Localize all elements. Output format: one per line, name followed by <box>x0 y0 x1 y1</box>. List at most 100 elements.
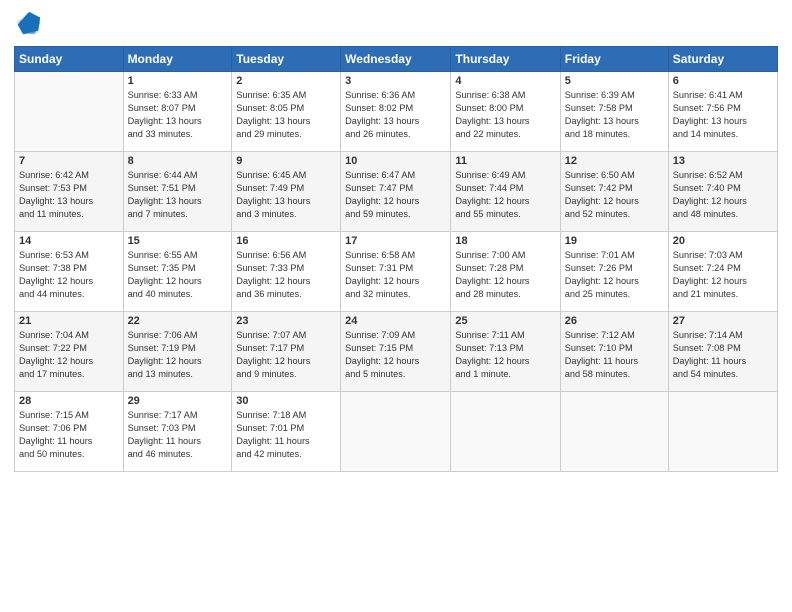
calendar-cell: 5Sunrise: 6:39 AM Sunset: 7:58 PM Daylig… <box>560 72 668 152</box>
day-number: 17 <box>345 235 446 247</box>
day-info: Sunrise: 6:38 AM Sunset: 8:00 PM Dayligh… <box>455 89 555 141</box>
week-row-2: 7 Sunrise: 6:42 AM Sunset: 7:53 PM Daylig… <box>15 152 778 232</box>
weekday-header-sunday: Sunday <box>15 47 124 72</box>
day-info: Sunrise: 6:49 AM Sunset: 7:44 PM Dayligh… <box>455 169 555 221</box>
day-info: Sunrise: 6:36 AM Sunset: 8:02 PM Dayligh… <box>345 89 446 141</box>
day-info: Sunrise: 7:18 AM Sunset: 7:01 PM Dayligh… <box>236 409 336 461</box>
calendar-cell: 3 Sunrise: 6:36 AM Sunset: 8:02 PM Daylig… <box>341 72 451 152</box>
calendar-cell <box>668 392 777 472</box>
day-number: 29 <box>128 395 228 407</box>
calendar-cell: 6 Sunrise: 6:41 AM Sunset: 7:56 PM Daylig… <box>668 72 777 152</box>
day-number: 3 <box>345 75 446 87</box>
day-info: Sunrise: 6:45 AM Sunset: 7:49 PM Dayligh… <box>236 169 336 221</box>
calendar-cell: 25 Sunrise: 7:11 AM Sunset: 7:13 PM Dayli… <box>451 312 560 392</box>
weekday-header-tuesday: Tuesday <box>232 47 341 72</box>
weekday-header-wednesday: Wednesday <box>341 47 451 72</box>
calendar-cell: 12Sunrise: 6:50 AM Sunset: 7:42 PM Dayli… <box>560 152 668 232</box>
day-number: 24 <box>345 315 446 327</box>
week-row-5: 28 Sunrise: 7:15 AM Sunset: 7:06 PM Dayli… <box>15 392 778 472</box>
calendar-cell: 17 Sunrise: 6:58 AM Sunset: 7:31 PM Dayli… <box>341 232 451 312</box>
day-info: Sunrise: 7:11 AM Sunset: 7:13 PM Dayligh… <box>455 329 555 381</box>
calendar-cell: 26Sunrise: 7:12 AM Sunset: 7:10 PM Dayli… <box>560 312 668 392</box>
day-info: Sunrise: 6:33 AM Sunset: 8:07 PM Dayligh… <box>128 89 228 141</box>
day-number: 11 <box>455 155 555 167</box>
day-number: 25 <box>455 315 555 327</box>
day-info: Sunrise: 7:03 AM Sunset: 7:24 PM Dayligh… <box>673 249 773 301</box>
calendar-cell: 1 Sunrise: 6:33 AM Sunset: 8:07 PM Daylig… <box>123 72 232 152</box>
week-row-1: 1 Sunrise: 6:33 AM Sunset: 8:07 PM Daylig… <box>15 72 778 152</box>
week-row-3: 14 Sunrise: 6:53 AM Sunset: 7:38 PM Dayli… <box>15 232 778 312</box>
page: SundayMondayTuesdayWednesdayThursdayFrid… <box>0 0 792 612</box>
calendar-cell: 14 Sunrise: 6:53 AM Sunset: 7:38 PM Dayli… <box>15 232 124 312</box>
day-info: Sunrise: 6:41 AM Sunset: 7:56 PM Dayligh… <box>673 89 773 141</box>
calendar-cell: 22Sunrise: 7:06 AM Sunset: 7:19 PM Dayli… <box>123 312 232 392</box>
calendar-cell: 4 Sunrise: 6:38 AM Sunset: 8:00 PM Daylig… <box>451 72 560 152</box>
day-number: 4 <box>455 75 555 87</box>
logo <box>14 10 46 38</box>
day-info: Sunrise: 7:00 AM Sunset: 7:28 PM Dayligh… <box>455 249 555 301</box>
calendar-cell: 30 Sunrise: 7:18 AM Sunset: 7:01 PM Dayli… <box>232 392 341 472</box>
calendar-cell: 19 Sunrise: 7:01 AM Sunset: 7:26 PM Dayli… <box>560 232 668 312</box>
day-number: 15 <box>128 235 228 247</box>
day-info: Sunrise: 7:04 AM Sunset: 7:22 PM Dayligh… <box>19 329 119 381</box>
header <box>14 10 778 38</box>
day-info: Sunrise: 7:17 AM Sunset: 7:03 PM Dayligh… <box>128 409 228 461</box>
day-number: 9 <box>236 155 336 167</box>
calendar-cell: 21 Sunrise: 7:04 AM Sunset: 7:22 PM Dayli… <box>15 312 124 392</box>
calendar-cell: 24 Sunrise: 7:09 AM Sunset: 7:15 PM Dayli… <box>341 312 451 392</box>
day-info: Sunrise: 7:14 AM Sunset: 7:08 PM Dayligh… <box>673 329 773 381</box>
calendar-cell: 27 Sunrise: 7:14 AM Sunset: 7:08 PM Dayli… <box>668 312 777 392</box>
day-number: 18 <box>455 235 555 247</box>
day-number: 20 <box>673 235 773 247</box>
logo-icon <box>14 10 42 38</box>
day-number: 10 <box>345 155 446 167</box>
day-number: 22 <box>128 315 228 327</box>
calendar-cell: 18 Sunrise: 7:00 AM Sunset: 7:28 PM Dayli… <box>451 232 560 312</box>
calendar-cell: 7 Sunrise: 6:42 AM Sunset: 7:53 PM Daylig… <box>15 152 124 232</box>
day-info: Sunrise: 6:47 AM Sunset: 7:47 PM Dayligh… <box>345 169 446 221</box>
day-number: 16 <box>236 235 336 247</box>
calendar-cell: 10 Sunrise: 6:47 AM Sunset: 7:47 PM Dayli… <box>341 152 451 232</box>
day-number: 12 <box>565 155 664 167</box>
day-info: Sunrise: 7:12 AM Sunset: 7:10 PM Dayligh… <box>565 329 664 381</box>
weekday-header-friday: Friday <box>560 47 668 72</box>
day-number: 7 <box>19 155 119 167</box>
day-info: Sunrise: 6:52 AM Sunset: 7:40 PM Dayligh… <box>673 169 773 221</box>
day-number: 8 <box>128 155 228 167</box>
day-number: 28 <box>19 395 119 407</box>
day-number: 14 <box>19 235 119 247</box>
day-info: Sunrise: 7:01 AM Sunset: 7:26 PM Dayligh… <box>565 249 664 301</box>
calendar-cell: 9 Sunrise: 6:45 AM Sunset: 7:49 PM Daylig… <box>232 152 341 232</box>
calendar-cell: 20 Sunrise: 7:03 AM Sunset: 7:24 PM Dayli… <box>668 232 777 312</box>
calendar-cell: 15 Sunrise: 6:55 AM Sunset: 7:35 PM Dayli… <box>123 232 232 312</box>
day-number: 1 <box>128 75 228 87</box>
weekday-header-monday: Monday <box>123 47 232 72</box>
calendar-cell: 23Sunrise: 7:07 AM Sunset: 7:17 PM Dayli… <box>232 312 341 392</box>
day-info: Sunrise: 6:53 AM Sunset: 7:38 PM Dayligh… <box>19 249 119 301</box>
day-info: Sunrise: 6:55 AM Sunset: 7:35 PM Dayligh… <box>128 249 228 301</box>
calendar-table: SundayMondayTuesdayWednesdayThursdayFrid… <box>14 46 778 472</box>
calendar-cell: 29 Sunrise: 7:17 AM Sunset: 7:03 PM Dayli… <box>123 392 232 472</box>
day-info: Sunrise: 6:42 AM Sunset: 7:53 PM Dayligh… <box>19 169 119 221</box>
day-number: 19 <box>565 235 664 247</box>
day-number: 2 <box>236 75 336 87</box>
weekday-header-saturday: Saturday <box>668 47 777 72</box>
day-number: 21 <box>19 315 119 327</box>
day-number: 30 <box>236 395 336 407</box>
calendar-cell <box>341 392 451 472</box>
calendar-cell: 8Sunrise: 6:44 AM Sunset: 7:51 PM Daylig… <box>123 152 232 232</box>
day-info: Sunrise: 7:09 AM Sunset: 7:15 PM Dayligh… <box>345 329 446 381</box>
weekday-header-row: SundayMondayTuesdayWednesdayThursdayFrid… <box>15 47 778 72</box>
day-info: Sunrise: 6:58 AM Sunset: 7:31 PM Dayligh… <box>345 249 446 301</box>
day-info: Sunrise: 7:15 AM Sunset: 7:06 PM Dayligh… <box>19 409 119 461</box>
calendar-cell <box>560 392 668 472</box>
day-info: Sunrise: 6:39 AM Sunset: 7:58 PM Dayligh… <box>565 89 664 141</box>
day-number: 6 <box>673 75 773 87</box>
calendar-cell: 28 Sunrise: 7:15 AM Sunset: 7:06 PM Dayli… <box>15 392 124 472</box>
calendar-cell <box>451 392 560 472</box>
calendar-cell: 13Sunrise: 6:52 AM Sunset: 7:40 PM Dayli… <box>668 152 777 232</box>
day-number: 27 <box>673 315 773 327</box>
calendar-cell: 11 Sunrise: 6:49 AM Sunset: 7:44 PM Dayli… <box>451 152 560 232</box>
day-info: Sunrise: 6:56 AM Sunset: 7:33 PM Dayligh… <box>236 249 336 301</box>
calendar-cell: 2Sunrise: 6:35 AM Sunset: 8:05 PM Daylig… <box>232 72 341 152</box>
